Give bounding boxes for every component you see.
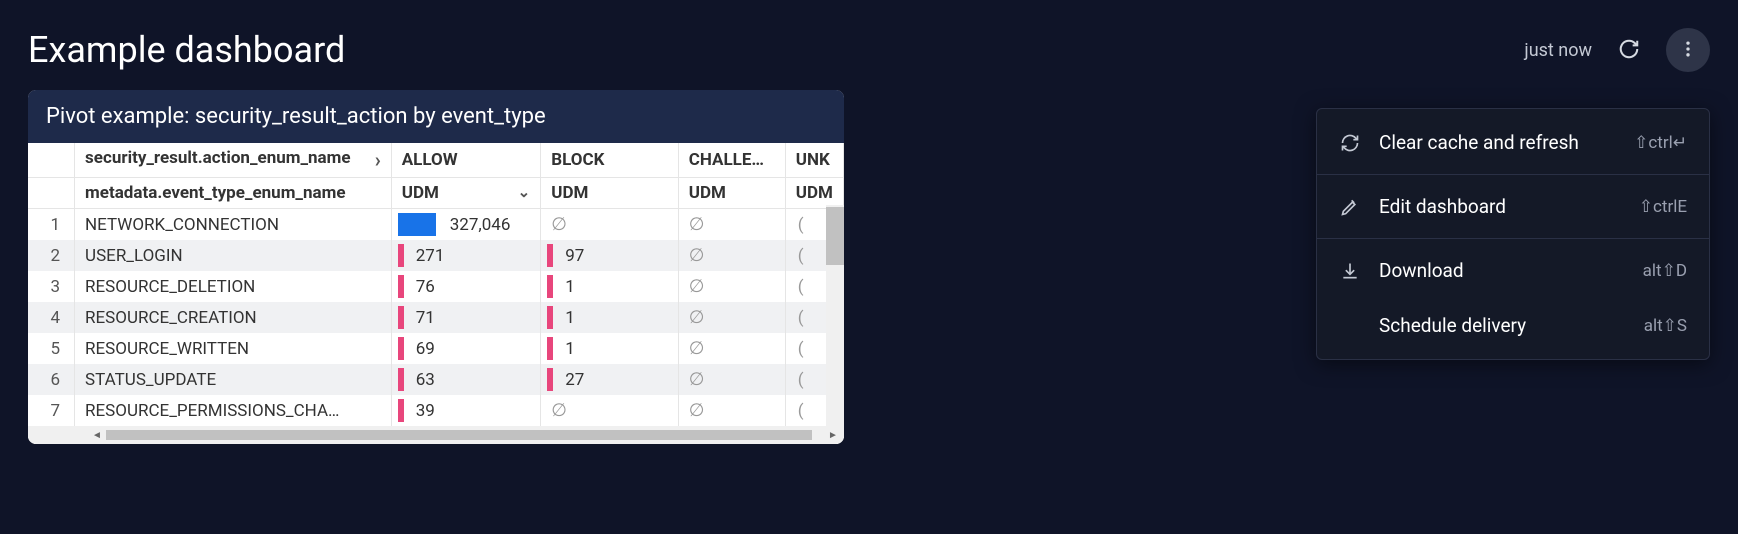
allow-cell: 63	[391, 364, 541, 395]
pivot-col-unknown[interactable]: UNK	[785, 143, 843, 178]
row-number-header	[28, 143, 75, 178]
column-dimension-header[interactable]: security_result.action_enum_name ›	[75, 143, 392, 178]
menu-label: Download	[1379, 259, 1625, 282]
row-number: 7	[28, 395, 75, 426]
block-cell: 1	[541, 302, 679, 333]
panel-title: Pivot example: security_result_action by…	[28, 90, 844, 143]
block-cell: ∅	[541, 395, 679, 426]
challenge-cell: ∅	[678, 333, 785, 364]
pivot-table: security_result.action_enum_name › ALLOW…	[28, 143, 844, 426]
block-cell: 27	[541, 364, 679, 395]
horizontal-scroll-thumb[interactable]	[106, 430, 812, 440]
scroll-right-arrow[interactable]: ►	[824, 426, 842, 444]
table-row[interactable]: 3RESOURCE_DELETION761∅(	[28, 271, 844, 302]
challenge-cell: ∅	[678, 302, 785, 333]
allow-cell: 76	[391, 271, 541, 302]
measure-label: UDM	[402, 183, 439, 203]
challenge-cell: ∅	[678, 240, 785, 271]
measure-header-block[interactable]: UDM	[541, 178, 679, 209]
menu-shortcut: ⇧ctrl↵	[1634, 133, 1687, 153]
allow-cell: 69	[391, 333, 541, 364]
allow-cell: 71	[391, 302, 541, 333]
challenge-cell: ∅	[678, 364, 785, 395]
menu-label: Edit dashboard	[1379, 195, 1621, 218]
table-row[interactable]: 2USER_LOGIN27197∅(	[28, 240, 844, 271]
allow-cell: 39	[391, 395, 541, 426]
menu-item-clear-cache[interactable]: Clear cache and refresh ⇧ctrl↵	[1317, 115, 1709, 170]
menu-label: Clear cache and refresh	[1379, 131, 1616, 154]
row-number: 3	[28, 271, 75, 302]
row-number: 4	[28, 302, 75, 333]
page-title: Example dashboard	[28, 29, 345, 71]
download-icon	[1339, 260, 1361, 282]
event-type-cell: STATUS_UPDATE	[75, 364, 392, 395]
menu-separator	[1317, 238, 1709, 239]
event-type-cell: NETWORK_CONNECTION	[75, 209, 392, 241]
measure-header-challenge[interactable]: UDM	[678, 178, 785, 209]
pivot-col-challenge[interactable]: CHALLE…	[678, 143, 785, 178]
allow-cell: 327,046	[391, 209, 541, 241]
refresh-button[interactable]	[1612, 32, 1646, 69]
vertical-scroll-thumb[interactable]	[826, 207, 844, 265]
scroll-left-arrow[interactable]: ◄	[88, 426, 106, 444]
event-type-cell: RESOURCE_DELETION	[75, 271, 392, 302]
menu-item-edit-dashboard[interactable]: Edit dashboard ⇧ctrlE	[1317, 179, 1709, 234]
menu-separator	[1317, 174, 1709, 175]
menu-shortcut: alt⇧D	[1643, 261, 1687, 281]
block-cell: 1	[541, 333, 679, 364]
menu-shortcut: alt⇧S	[1644, 316, 1687, 336]
refresh-icon	[1339, 132, 1361, 154]
menu-item-download[interactable]: Download alt⇧D	[1317, 243, 1709, 298]
event-type-cell: RESOURCE_CREATION	[75, 302, 392, 333]
event-type-cell: USER_LOGIN	[75, 240, 392, 271]
row-number: 1	[28, 209, 75, 241]
row-number: 2	[28, 240, 75, 271]
horizontal-scroll-track[interactable]: ◄ ►	[28, 426, 844, 444]
allow-cell: 271	[391, 240, 541, 271]
table-row[interactable]: 7RESOURCE_PERMISSIONS_CHA…39∅∅(	[28, 395, 844, 426]
row-number: 6	[28, 364, 75, 395]
event-type-cell: RESOURCE_PERMISSIONS_CHA…	[75, 395, 392, 426]
menu-item-schedule-delivery[interactable]: Schedule delivery alt⇧S	[1317, 298, 1709, 353]
row-number: 5	[28, 333, 75, 364]
chevron-right-icon: ›	[375, 148, 381, 172]
vertical-scroll-track[interactable]	[826, 205, 844, 444]
menu-shortcut: ⇧ctrlE	[1639, 197, 1687, 217]
more-vertical-icon	[1678, 39, 1698, 62]
challenge-cell: ∅	[678, 395, 785, 426]
table-row[interactable]: 4RESOURCE_CREATION711∅(	[28, 302, 844, 333]
measure-header-allow[interactable]: UDM ⌄	[391, 178, 541, 209]
event-type-cell: RESOURCE_WRITTEN	[75, 333, 392, 364]
row-dimension-header[interactable]: metadata.event_type_enum_name	[75, 178, 392, 209]
block-cell: ∅	[541, 209, 679, 241]
pivot-col-block[interactable]: BLOCK	[541, 143, 679, 178]
measure-header-unknown[interactable]: UDM	[785, 178, 843, 209]
table-row[interactable]: 6STATUS_UPDATE6327∅(	[28, 364, 844, 395]
column-dimension-label: security_result.action_enum_name	[85, 148, 351, 168]
challenge-cell: ∅	[678, 271, 785, 302]
table-row[interactable]: 5RESOURCE_WRITTEN691∅(	[28, 333, 844, 364]
pivot-panel: Pivot example: security_result_action by…	[28, 90, 844, 444]
more-button[interactable]	[1666, 28, 1710, 72]
refresh-icon	[1618, 38, 1640, 63]
table-row[interactable]: 1NETWORK_CONNECTION327,046∅∅(	[28, 209, 844, 241]
menu-label: Schedule delivery	[1379, 314, 1626, 337]
last-refresh-text: just now	[1524, 40, 1592, 61]
pencil-icon	[1339, 196, 1361, 218]
dashboard-actions-menu: Clear cache and refresh ⇧ctrl↵ Edit dash…	[1316, 108, 1710, 360]
pivot-col-allow[interactable]: ALLOW	[391, 143, 541, 178]
block-cell: 97	[541, 240, 679, 271]
block-cell: 1	[541, 271, 679, 302]
challenge-cell: ∅	[678, 209, 785, 241]
chevron-down-icon: ⌄	[518, 183, 531, 201]
